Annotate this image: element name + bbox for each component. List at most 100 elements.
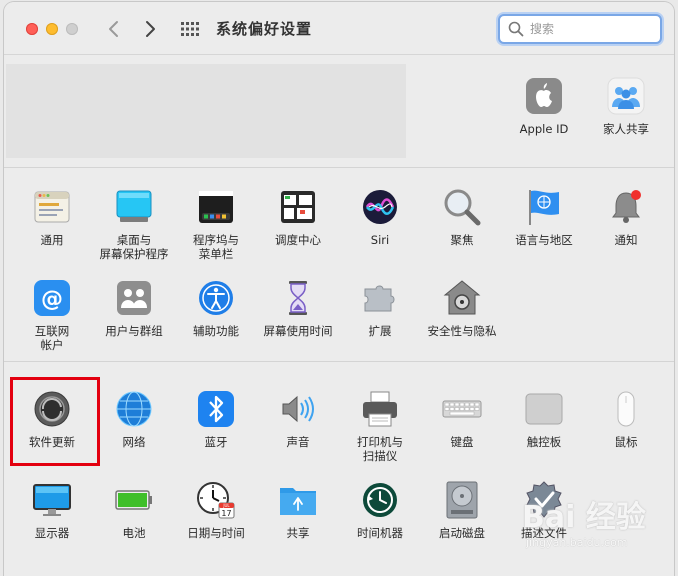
- pref-label: 蓝牙: [204, 435, 228, 449]
- pref-label: 时间机器: [357, 526, 403, 540]
- date-time-icon: JUL17: [197, 482, 235, 519]
- desktop-screensaver-icon: [116, 190, 152, 222]
- toolbar: 系统偏好设置: [4, 2, 674, 55]
- pref-network[interactable]: 网络: [93, 388, 175, 449]
- pref-label: 触控板: [526, 435, 562, 449]
- pref-extensions[interactable]: 扩展: [339, 277, 421, 338]
- zoom-button[interactable]: [66, 23, 78, 35]
- pref-general[interactable]: 通用: [11, 186, 93, 247]
- sharing-icon: [280, 488, 316, 515]
- back-button[interactable]: [104, 18, 124, 40]
- pref-date-time[interactable]: JUL 17 日期与时间: [175, 479, 257, 540]
- pref-notifications[interactable]: 通知: [585, 186, 667, 247]
- network-icon: [116, 391, 152, 427]
- pref-label: 聚焦: [450, 233, 474, 247]
- pref-bluetooth[interactable]: 蓝牙: [175, 388, 257, 449]
- pref-keyboard[interactable]: 键盘: [421, 388, 503, 449]
- pref-screen-time[interactable]: 屏幕使用时间: [257, 277, 339, 338]
- pref-internet-accounts[interactable]: @ 互联网 帐户: [11, 277, 93, 352]
- siri-icon: [363, 190, 397, 224]
- pref-label: 安全性与隐私: [427, 324, 497, 338]
- displays-icon: [33, 484, 71, 516]
- search-field[interactable]: [498, 14, 662, 44]
- chevron-right-icon: [146, 21, 155, 37]
- pref-desktop-screensaver[interactable]: 桌面与 屏幕保护程序: [93, 186, 175, 261]
- calendar-day: 17: [221, 509, 231, 518]
- mouse-icon: [617, 391, 635, 427]
- spotlight-icon: [444, 189, 481, 226]
- window-title: 系统偏好设置: [216, 20, 313, 38]
- close-button[interactable]: [26, 23, 38, 35]
- pref-displays[interactable]: 显示器: [11, 479, 93, 540]
- search-input[interactable]: [528, 19, 657, 39]
- pref-security-privacy[interactable]: 安全性与隐私: [421, 277, 503, 338]
- printers-scanners-icon: [363, 391, 397, 427]
- security-privacy-icon: [443, 280, 481, 315]
- pref-label: 描述文件: [521, 526, 567, 540]
- pref-label: 家人共享: [603, 122, 649, 136]
- pref-sound[interactable]: 声音: [257, 388, 339, 449]
- pref-label: 网络: [122, 435, 146, 449]
- pref-label: 屏幕使用时间: [263, 324, 333, 338]
- pref-family-sharing[interactable]: 家人共享: [585, 75, 667, 136]
- svg-text:@: @: [41, 287, 63, 312]
- pref-label: 通知: [614, 233, 638, 247]
- screen-time-icon: [289, 281, 307, 315]
- pref-mouse[interactable]: 鼠标: [585, 388, 667, 449]
- chevron-left-icon: [109, 21, 118, 37]
- calendar-month: JUL: [222, 503, 230, 508]
- dock-menubar-icon: [199, 191, 233, 223]
- users-groups-icon: [117, 281, 151, 315]
- pref-label: 辅助功能: [193, 324, 239, 338]
- show-all-button[interactable]: [180, 21, 200, 37]
- bluetooth-icon: [198, 391, 234, 427]
- search-icon: [508, 21, 524, 37]
- pref-language-region[interactable]: 语言与地区: [503, 186, 585, 247]
- pref-spotlight[interactable]: 聚焦: [421, 186, 503, 247]
- pref-time-machine[interactable]: 时间机器: [339, 479, 421, 540]
- pref-label: 互联网 帐户: [34, 324, 70, 352]
- pref-label: 调度中心: [275, 233, 321, 247]
- keyboard-icon: [442, 400, 482, 418]
- pref-profiles[interactable]: 描述文件: [503, 479, 585, 540]
- mission-control-icon: [281, 191, 315, 223]
- accessibility-icon: [199, 281, 233, 315]
- language-region-icon: [529, 190, 559, 225]
- pref-label: 用户与群组: [105, 324, 163, 338]
- pref-label: 程序坞与 菜单栏: [193, 233, 239, 261]
- pref-label: 显示器: [34, 526, 70, 540]
- forward-button[interactable]: [140, 18, 160, 40]
- pref-label: 共享: [286, 526, 310, 540]
- pref-label: Siri: [370, 233, 390, 247]
- system-preferences-window: 系统偏好设置 Apple ID: [4, 2, 674, 576]
- pref-sharing[interactable]: 共享: [257, 479, 339, 540]
- pref-accessibility[interactable]: 辅助功能: [175, 277, 257, 338]
- pref-label: 打印机与 扫描仪: [357, 435, 403, 463]
- pref-label: 鼠标: [614, 435, 638, 449]
- battery-icon: [115, 490, 152, 510]
- pref-label: 扩展: [368, 324, 392, 338]
- pref-printers-scanners[interactable]: 打印机与 扫描仪: [339, 388, 421, 463]
- pref-label: 桌面与 屏幕保护程序: [99, 233, 169, 261]
- time-machine-icon: [363, 483, 397, 517]
- startup-disk-icon: [446, 481, 478, 519]
- trackpad-icon: [525, 393, 563, 425]
- pref-label: 键盘: [450, 435, 474, 449]
- pref-label: 启动磁盘: [439, 526, 485, 540]
- extensions-icon: [364, 285, 395, 312]
- pref-battery[interactable]: 电池: [93, 479, 175, 540]
- pref-dock-menubar[interactable]: 程序坞与 菜单栏: [175, 186, 257, 261]
- general-icon: [34, 191, 70, 223]
- hardware-preferences-section: 软件更新 网络 蓝牙 声音 打印机与 扫描仪 键盘 触控板 鼠标 显示器 电池 …: [4, 362, 674, 576]
- account-section: Apple ID 家人共享: [4, 55, 674, 168]
- pref-mission-control[interactable]: 调度中心: [257, 186, 339, 247]
- pref-label: 日期与时间: [187, 526, 245, 540]
- pref-startup-disk[interactable]: 启动磁盘: [421, 479, 503, 540]
- minimize-button[interactable]: [46, 23, 58, 35]
- pref-trackpad[interactable]: 触控板: [503, 388, 585, 449]
- pref-apple-id[interactable]: Apple ID: [503, 75, 585, 136]
- pref-label: Apple ID: [519, 122, 569, 136]
- pref-siri[interactable]: Siri: [339, 186, 421, 247]
- pref-users-groups[interactable]: 用户与群组: [93, 277, 175, 338]
- user-profile-area[interactable]: [6, 64, 406, 158]
